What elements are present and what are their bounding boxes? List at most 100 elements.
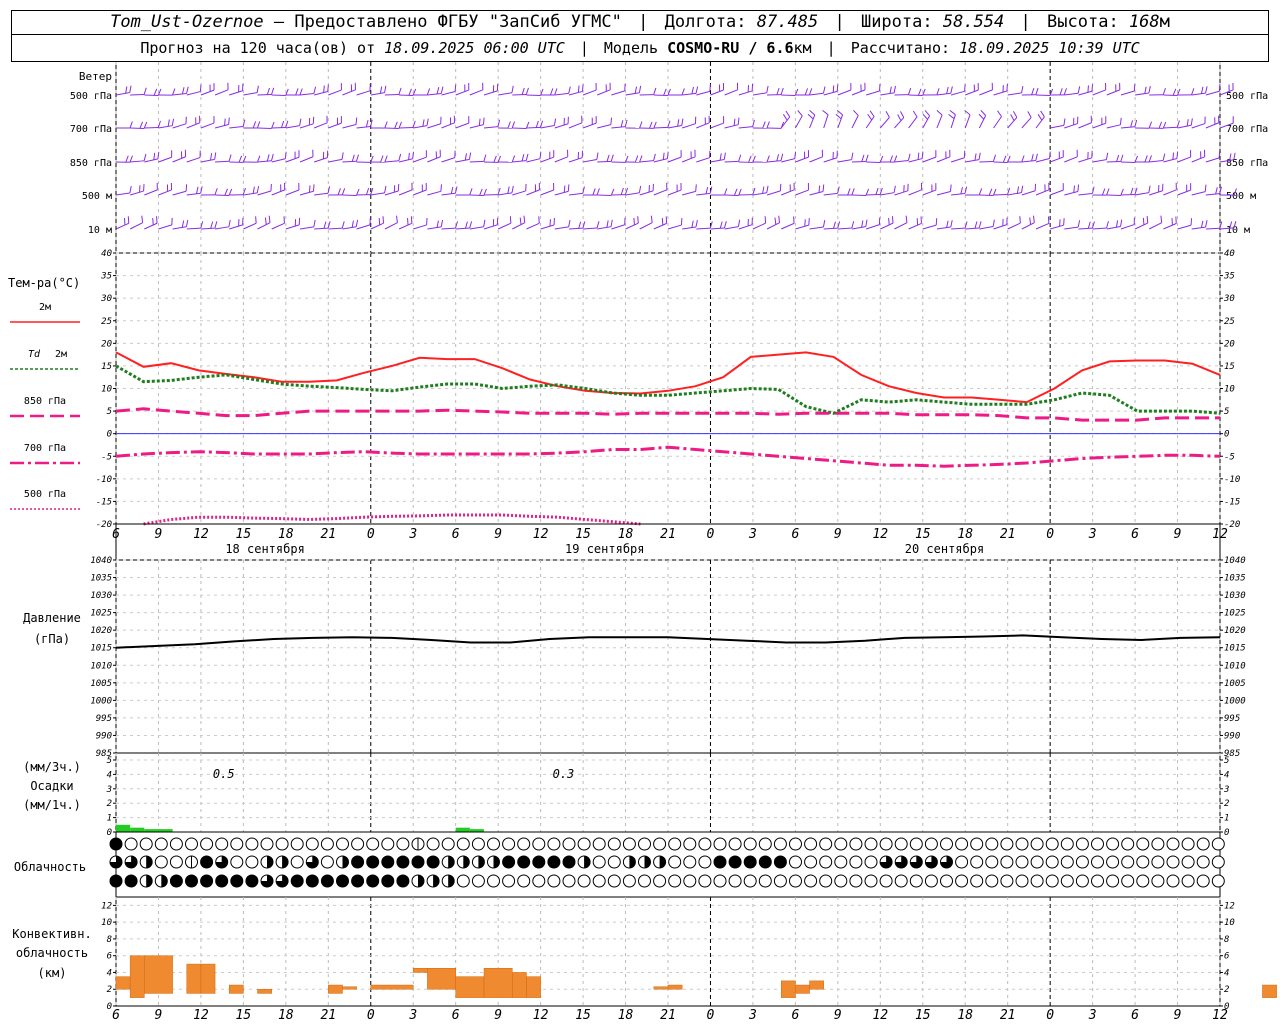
wind-barb-shaft bbox=[583, 227, 598, 230]
wind-title: Ветер bbox=[79, 70, 112, 83]
cloud-symbol bbox=[789, 855, 802, 869]
x-tick-label-bottom: 15 bbox=[575, 1008, 591, 1023]
wind-barb-feather bbox=[738, 154, 742, 162]
wind-barb-shaft bbox=[936, 156, 951, 163]
date-label: 19 сентября bbox=[565, 542, 644, 556]
wind-barb-feather bbox=[865, 154, 869, 162]
precip-bar bbox=[116, 824, 131, 832]
wind-barb-feather bbox=[157, 120, 161, 128]
wind-barb-feather bbox=[804, 88, 809, 96]
wind-barb-feather bbox=[299, 88, 303, 96]
wind-barb-shaft bbox=[781, 158, 795, 163]
wind-barb-feather bbox=[988, 188, 993, 196]
cloud-symbol bbox=[1045, 855, 1059, 869]
cloud-symbol bbox=[879, 874, 893, 888]
wind-barb-feather bbox=[737, 219, 741, 227]
wind-barb-shaft bbox=[950, 157, 965, 163]
wind-barb-shaft bbox=[894, 222, 908, 230]
wind-barb-shaft bbox=[1205, 193, 1220, 196]
wind-barb-feather bbox=[482, 117, 485, 125]
y-tick-label-left: 1000 bbox=[90, 696, 112, 706]
wind-barb-feather bbox=[181, 87, 185, 95]
x-tick-label: 21 bbox=[320, 527, 336, 542]
wind-barb-shaft bbox=[271, 222, 285, 230]
wind-barb-shaft bbox=[257, 190, 272, 196]
wind-barb-shaft bbox=[540, 156, 554, 163]
wind-barb-shaft bbox=[469, 226, 484, 230]
wind-barb-shaft bbox=[1064, 123, 1078, 129]
wind-barb-feather bbox=[905, 215, 908, 223]
cloud-symbol bbox=[1030, 855, 1044, 869]
wind-barb-feather bbox=[818, 185, 821, 193]
wind-barb-feather bbox=[341, 188, 346, 196]
wind-barb-shaft bbox=[908, 158, 923, 163]
x-tick-label: 6 bbox=[791, 527, 799, 542]
wind-barb-feather bbox=[1144, 86, 1147, 94]
cloud-symbol bbox=[698, 837, 712, 851]
wind-barb-shaft bbox=[568, 157, 583, 163]
cloud-symbol bbox=[940, 837, 953, 851]
cloud-symbol bbox=[773, 837, 787, 851]
wind-barb-feather bbox=[719, 153, 722, 161]
y-tick-label-right: 2 bbox=[1224, 799, 1229, 809]
y-tick-label-left: 1040 bbox=[90, 556, 112, 566]
cloud-symbol bbox=[985, 874, 999, 888]
wind-barb-feather bbox=[464, 221, 468, 229]
cloud-symbol bbox=[849, 855, 863, 869]
wind-barb-feather bbox=[1091, 84, 1094, 92]
cloud-symbol bbox=[1075, 837, 1089, 851]
wind-barb-shaft bbox=[880, 222, 894, 230]
cloud-symbol bbox=[200, 874, 214, 888]
cloud-half bbox=[161, 875, 168, 887]
wind-barb-feather bbox=[523, 215, 526, 223]
wind-barb-shaft bbox=[200, 89, 215, 96]
wind-barb-shaft bbox=[455, 158, 470, 163]
wind-barb-feather bbox=[1120, 154, 1124, 162]
y-tick-label-left: 0 bbox=[107, 430, 112, 440]
wind-barb-shaft bbox=[894, 117, 905, 129]
x-tick-label-bottom: 3 bbox=[408, 1008, 417, 1023]
wind-barb-feather bbox=[737, 117, 740, 125]
legend-label: 500 гПа bbox=[24, 489, 66, 500]
wind-barb-shaft bbox=[413, 224, 427, 230]
wind-barb-shaft bbox=[625, 222, 639, 230]
cloud-half bbox=[448, 875, 455, 887]
x-tick-label: 12 bbox=[533, 527, 549, 542]
wind-barb-shaft bbox=[724, 226, 739, 230]
wind-barb-feather bbox=[1040, 110, 1045, 118]
wind-barb-shaft bbox=[851, 89, 866, 96]
wind-barb-feather bbox=[242, 155, 247, 163]
y-tick-label-right: 4 bbox=[1224, 770, 1229, 780]
cloud-symbol bbox=[1121, 837, 1135, 851]
wind-barb-shaft bbox=[1205, 122, 1220, 129]
wind-level-label-right: 500 гПа bbox=[1226, 91, 1268, 102]
wind-barb-feather bbox=[634, 86, 638, 94]
wind-barb-feather bbox=[186, 86, 189, 94]
cloud-symbol bbox=[834, 837, 848, 851]
wind-level-label: 850 гПа bbox=[70, 158, 112, 169]
cloud-symbol bbox=[577, 837, 591, 851]
wind-barb-shaft bbox=[285, 224, 300, 230]
precip-bar bbox=[455, 827, 470, 832]
wind-barb-feather bbox=[1087, 221, 1091, 229]
wind-barb-shaft bbox=[540, 189, 554, 196]
wind-barb-feather bbox=[888, 217, 890, 225]
wind-barb-feather bbox=[695, 184, 697, 192]
cloud-symbol bbox=[1030, 837, 1044, 851]
wind-barb-feather bbox=[893, 85, 896, 93]
x-tick-label-bottom: 12 bbox=[533, 1008, 549, 1023]
convective-bar bbox=[228, 984, 244, 994]
cloud-symbol bbox=[728, 874, 742, 888]
wind-barb-feather bbox=[1130, 187, 1134, 195]
cloud-symbol bbox=[260, 837, 274, 851]
wind-barb-shaft bbox=[200, 227, 215, 230]
wind-barb-feather bbox=[1106, 221, 1109, 229]
cloud-symbol bbox=[1075, 855, 1089, 869]
y-tick-label-right: 1010 bbox=[1224, 661, 1246, 671]
y-tick-label-right: 1020 bbox=[1224, 626, 1246, 636]
wind-barb-feather bbox=[917, 88, 922, 96]
wind-barb-shaft bbox=[469, 89, 484, 96]
wind-barb-feather bbox=[378, 217, 381, 225]
wind-barb-feather bbox=[351, 220, 354, 228]
x-tick-label: 15 bbox=[915, 527, 931, 542]
